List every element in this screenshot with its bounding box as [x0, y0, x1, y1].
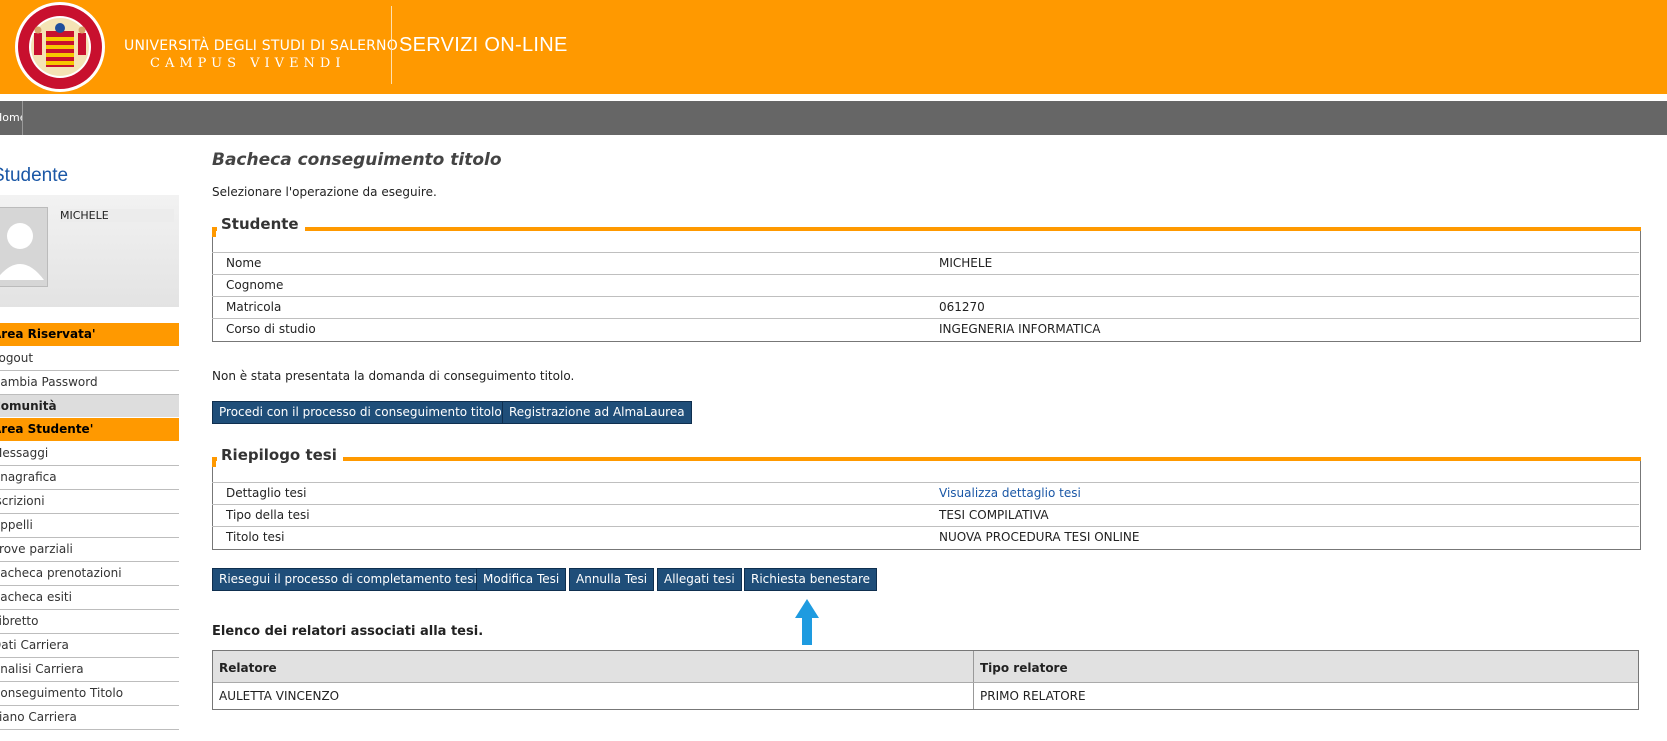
- sidebar-item-libretto[interactable]: Libretto: [0, 610, 179, 634]
- riepilogo-row-tipo: Tipo della tesi TESI COMPILATIVA: [212, 504, 1639, 526]
- instructions-text: Selezionare l'operazione da eseguire.: [212, 185, 437, 199]
- studente-legend-left: [212, 227, 216, 237]
- riepilogo-value: NUOVA PROCEDURA TESI ONLINE: [939, 530, 1140, 544]
- nav-item-home[interactable]: Home: [0, 101, 23, 135]
- sidebar-item-messaggi[interactable]: Messaggi: [0, 442, 179, 466]
- riepilogo-legend-left: [212, 457, 216, 467]
- relatori-table-header: Relatore Tipo relatore: [213, 651, 1638, 683]
- university-motto: CAMPUS VIVENDI: [150, 56, 346, 71]
- sidebar-item-appelli[interactable]: Appelli: [0, 514, 179, 538]
- services-title: SERVIZI ON-LINE: [399, 34, 568, 56]
- studente-row-corso: Corso di studio INGEGNERIA INFORMATICA: [212, 318, 1639, 340]
- riepilogo-label: Titolo tesi: [226, 530, 285, 544]
- sidebar-item-dati-carriera[interactable]: Dati Carriera: [0, 634, 179, 658]
- notice-text: Non è stata presentata la domanda di con…: [212, 369, 575, 383]
- studente-row-matricola: Matricola 061270: [212, 296, 1639, 318]
- modifica-tesi-button[interactable]: Modifica Tesi: [476, 568, 567, 591]
- sidebar-item-cambia-password[interactable]: Cambia Password: [0, 371, 179, 395]
- table-row: AULETTA VINCENZO PRIMO RELATORE: [213, 683, 1638, 709]
- visualizza-dettaglio-link[interactable]: Visualizza dettaglio tesi: [939, 483, 1081, 504]
- sidebar-title: Studente: [0, 165, 69, 186]
- studente-legend: Studente: [217, 215, 305, 233]
- nav-divider: [22, 101, 23, 135]
- riepilogo-row-dettaglio: Dettaglio tesi Visualizza dettaglio tesi: [212, 482, 1639, 504]
- studente-value: INGEGNERIA INFORMATICA: [939, 322, 1101, 336]
- richiesta-benestare-button[interactable]: Richiesta benestare: [744, 568, 878, 591]
- sidebar-item-prove-parziali[interactable]: Prove parziali: [0, 538, 179, 562]
- column-divider: [973, 683, 974, 709]
- sidebar: Studente MICHELE Area Riservata' Logout …: [0, 135, 179, 741]
- allegati-tesi-button[interactable]: Allegati tesi: [657, 568, 742, 591]
- relatori-table: Relatore Tipo relatore AULETTA VINCENZO …: [212, 650, 1639, 710]
- sidebar-item-bacheca-prenotazioni[interactable]: Bacheca prenotazioni: [0, 562, 179, 586]
- column-divider: [973, 651, 974, 682]
- header-divider: [391, 6, 392, 84]
- studente-value: MICHELE: [939, 256, 993, 270]
- tipo-relatore-cell: PRIMO RELATORE: [980, 689, 1086, 703]
- university-seal-icon: [15, 2, 105, 92]
- studente-row-cognome: Cognome: [212, 274, 1639, 296]
- studente-label: Cognome: [226, 278, 284, 292]
- studente-label: Corso di studio: [226, 322, 316, 336]
- sidebar-item-bacheca-esiti[interactable]: Bacheca esiti: [0, 586, 179, 610]
- riepilogo-label: Dettaglio tesi: [226, 486, 307, 500]
- riepilogo-label: Tipo della tesi: [226, 508, 310, 522]
- studente-value: 061270: [939, 300, 985, 314]
- sidebar-item-piano-carriera[interactable]: Piano Carriera: [0, 706, 179, 730]
- registrazione-almalaurea-button[interactable]: Registrazione ad AlmaLaurea: [502, 401, 692, 424]
- riepilogo-row-titolo: Titolo tesi NUOVA PROCEDURA TESI ONLINE: [212, 526, 1639, 548]
- sidebar-item-anagrafica[interactable]: Anagrafica: [0, 466, 179, 490]
- studente-label: Nome: [226, 256, 262, 270]
- sidebar-item-comunita[interactable]: Comunità: [0, 395, 179, 417]
- sidebar-item-analisi-carriera[interactable]: Analisi Carriera: [0, 658, 179, 682]
- top-navbar: Home: [0, 101, 1667, 135]
- university-name: UNIVERSITÀ DEGLI STUDI DI SALERNO: [124, 38, 398, 54]
- column-header-relatore: Relatore: [219, 661, 277, 675]
- riesegui-completamento-button[interactable]: Riesegui il processo di completamento te…: [212, 568, 484, 591]
- relatore-cell: AULETTA VINCENZO: [219, 689, 340, 703]
- avatar-icon: [0, 207, 48, 287]
- page-title: Bacheca conseguimento titolo: [212, 150, 502, 170]
- riepilogo-legend: Riepilogo tesi: [217, 446, 343, 464]
- relatori-title: Elenco dei relatori associati alla tesi.: [212, 624, 484, 639]
- sidebar-header-area-studente: Area Studente': [0, 418, 179, 441]
- up-arrow-icon: [795, 599, 819, 645]
- procedi-conseguimento-button[interactable]: Procedi con il processo di conseguimento…: [212, 401, 509, 424]
- header-banner: UNIVERSITÀ DEGLI STUDI DI SALERNO CAMPUS…: [0, 0, 1667, 94]
- studente-label: Matricola: [226, 300, 282, 314]
- column-header-tipo-relatore: Tipo relatore: [980, 661, 1068, 675]
- studente-row-nome: Nome MICHELE: [212, 252, 1639, 274]
- sidebar-item-conseguimento-titolo[interactable]: Conseguimento Titolo: [0, 682, 179, 706]
- sidebar-item-iscrizioni[interactable]: Iscrizioni: [0, 490, 179, 514]
- annulla-tesi-button[interactable]: Annulla Tesi: [569, 568, 655, 591]
- profile-name: MICHELE: [60, 209, 174, 222]
- sidebar-item-logout[interactable]: Logout: [0, 347, 179, 371]
- sidebar-header-area-riservata: Area Riservata': [0, 323, 179, 346]
- riepilogo-value: TESI COMPILATIVA: [939, 508, 1049, 522]
